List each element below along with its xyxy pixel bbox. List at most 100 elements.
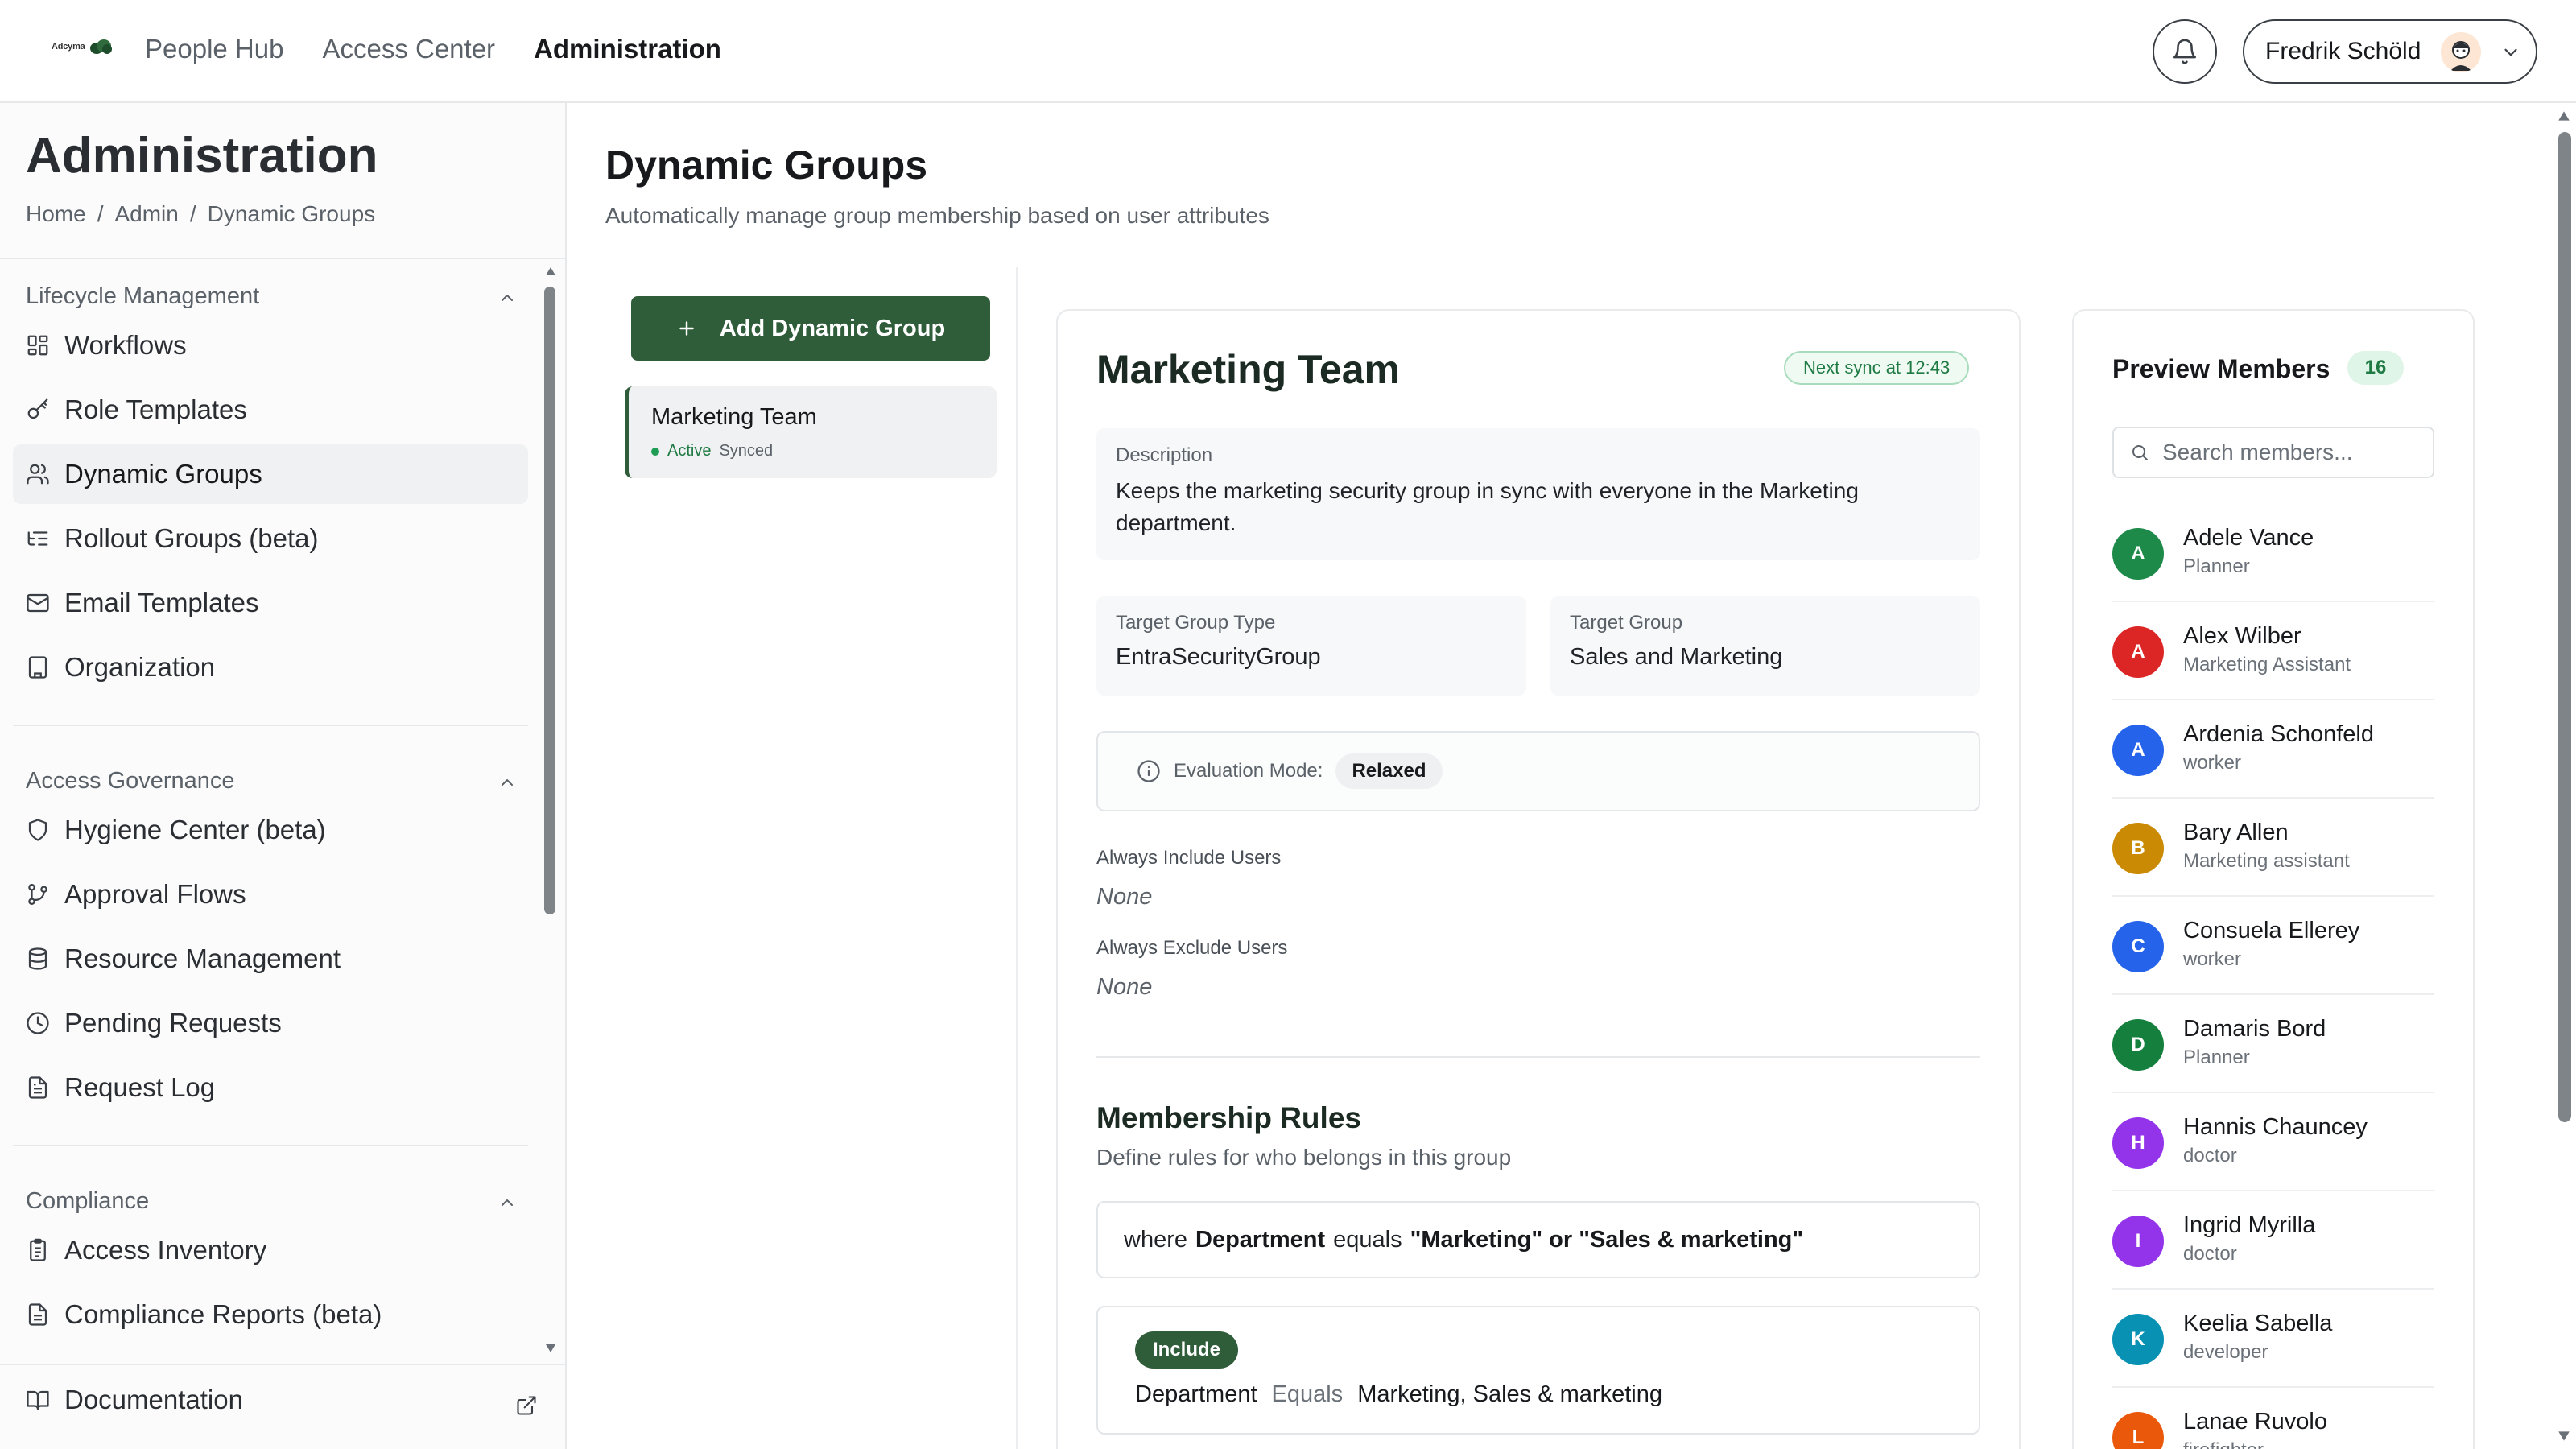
member-list-item[interactable]: K Keelia Sabella developer	[2112, 1290, 2434, 1388]
member-avatar: K	[2112, 1314, 2164, 1365]
status-badge: Active	[667, 442, 712, 460]
sidebar-item-request-log[interactable]: Request Log	[13, 1058, 528, 1117]
section-lifecycle-management[interactable]: Lifecycle Management	[26, 283, 517, 310]
member-list-item[interactable]: B Bary Allen Marketing assistant	[2112, 799, 2434, 897]
sidebar-item-rollout-groups[interactable]: Rollout Groups (beta)	[13, 509, 528, 568]
user-menu-button[interactable]: Fredrik Schöld	[2243, 19, 2537, 84]
search-input[interactable]	[2162, 440, 2420, 465]
sidebar-item-label: Resource Management	[64, 943, 341, 973]
cloud-logo-icon	[89, 39, 112, 54]
target-group-value: Sales and Marketing	[1570, 644, 1783, 670]
add-dynamic-group-button[interactable]: Add Dynamic Group	[631, 296, 990, 361]
evaluation-mode-label: Evaluation Mode:	[1174, 760, 1323, 782]
member-list-item[interactable]: A Ardenia Schonfeld worker	[2112, 700, 2434, 799]
description-box: Description Keeps the marketing security…	[1096, 428, 1980, 560]
sidebar-item-label: Role Templates	[64, 394, 247, 424]
sidebar-item-label: Hygiene Center (beta)	[64, 815, 326, 844]
member-avatar: L	[2112, 1412, 2164, 1449]
sidebar-item-email-templates[interactable]: Email Templates	[13, 573, 528, 633]
include-badge: Include	[1135, 1331, 1239, 1368]
member-avatar: A	[2112, 626, 2164, 678]
scroll-down-arrow-icon[interactable]	[2557, 1430, 2571, 1443]
sidebar-nav: Lifecycle Management Workflows Role Temp…	[0, 259, 565, 1449]
scroll-up-arrow-icon[interactable]	[544, 266, 557, 277]
sidebar-item-approval-flows[interactable]: Approval Flows	[13, 865, 528, 924]
member-avatar: B	[2112, 823, 2164, 874]
section-divider	[13, 724, 528, 726]
detail-title: Marketing Team	[1096, 347, 1400, 392]
sidebar-item-hygiene-center[interactable]: Hygiene Center (beta)	[13, 800, 528, 860]
scroll-up-arrow-icon[interactable]	[2557, 109, 2571, 122]
member-avatar: H	[2112, 1117, 2164, 1169]
section-compliance[interactable]: Compliance	[26, 1188, 517, 1215]
bell-icon	[2173, 39, 2197, 64]
sidebar-item-resource-management[interactable]: Resource Management	[13, 929, 528, 989]
scroll-down-arrow-icon[interactable]	[544, 1343, 557, 1354]
breadcrumb-home[interactable]: Home	[26, 201, 86, 227]
member-role: worker	[2183, 752, 2242, 774]
rule-where: where	[1124, 1226, 1187, 1253]
member-search[interactable]	[2112, 427, 2434, 478]
member-list-item[interactable]: A Alex Wilber Marketing Assistant	[2112, 602, 2434, 700]
page-subtitle: Automatically manage group membership ba…	[605, 203, 1269, 228]
member-list-item[interactable]: A Adele Vance Planner	[2112, 504, 2434, 602]
sidebar-scrollbar-thumb[interactable]	[544, 287, 555, 914]
building-icon	[28, 656, 47, 679]
sidebar-item-organization[interactable]: Organization	[13, 638, 528, 697]
sidebar-item-access-inventory[interactable]: Access Inventory	[13, 1220, 528, 1280]
target-type-label: Target Group Type	[1116, 612, 1276, 634]
member-name: Hannis Chauncey	[2183, 1114, 2368, 1140]
breadcrumb-separator: /	[97, 201, 104, 226]
user-name: Fredrik Schöld	[2265, 38, 2421, 64]
sidebar-item-label: Dynamic Groups	[64, 459, 262, 489]
documentation-label: Documentation	[64, 1385, 243, 1414]
description-text: Keeps the marketing security group in sy…	[1116, 478, 1859, 535]
section-label: Access Governance	[26, 768, 235, 794]
next-sync-badge: Next sync at 12:43	[1784, 351, 1970, 385]
preview-members-panel: Preview Members 16 AAdele VancePlannerAA…	[2072, 309, 2475, 1449]
target-group-box: Target Group Sales and Marketing	[1550, 596, 1980, 696]
rule-summary: where Department equals "Marketing" or "…	[1096, 1201, 1980, 1278]
documentation-link[interactable]: Documentation	[26, 1385, 243, 1415]
member-role: doctor	[2183, 1145, 2237, 1166]
member-name: Ingrid Myrilla	[2183, 1212, 2316, 1238]
section-access-governance[interactable]: Access Governance	[26, 768, 517, 795]
member-list-item[interactable]: L Lanae Ruvolo firefighter	[2112, 1388, 2434, 1449]
detail-divider	[1096, 1056, 1980, 1058]
nav-people-hub[interactable]: People Hub	[145, 34, 283, 64]
member-name: Keelia Sabella	[2183, 1311, 2333, 1336]
rule-card[interactable]: Include Department Equals Marketing, Sal…	[1096, 1306, 1980, 1435]
page-title: Dynamic Groups	[605, 142, 928, 188]
breadcrumb-admin[interactable]: Admin	[114, 201, 178, 227]
sidebar-item-dynamic-groups[interactable]: Dynamic Groups	[13, 444, 528, 504]
app-logo[interactable]: Adcyma	[52, 39, 113, 55]
member-role: Marketing Assistant	[2183, 654, 2351, 675]
group-list-item[interactable]: Marketing Team Active Synced	[625, 386, 997, 478]
section-divider	[13, 1145, 528, 1146]
sidebar-item-label: Organization	[64, 652, 216, 682]
sidebar-item-role-templates[interactable]: Role Templates	[13, 380, 528, 440]
member-list-item[interactable]: I Ingrid Myrilla doctor	[2112, 1191, 2434, 1290]
sidebar-item-workflows[interactable]: Workflows	[13, 316, 528, 375]
avatar-illustration-icon	[2441, 32, 2481, 72]
nav-administration[interactable]: Administration	[534, 34, 721, 64]
sidebar-item-pending-requests[interactable]: Pending Requests	[13, 993, 528, 1053]
nav-access-center[interactable]: Access Center	[322, 34, 495, 64]
member-list-item[interactable]: H Hannis Chauncey doctor	[2112, 1093, 2434, 1191]
member-list-item[interactable]: C Consuela Ellerey worker	[2112, 897, 2434, 995]
notifications-button[interactable]	[2153, 19, 2217, 84]
book-icon	[27, 1390, 49, 1410]
member-name: Alex Wilber	[2183, 623, 2301, 649]
member-list-item[interactable]: D Damaris Bord Planner	[2112, 995, 2434, 1093]
page-scrollbar-thumb[interactable]	[2558, 132, 2571, 1122]
breadcrumb-separator: /	[189, 201, 196, 226]
member-name: Adele Vance	[2183, 525, 2314, 551]
sidebar-item-compliance-reports[interactable]: Compliance Reports (beta)	[13, 1285, 528, 1344]
plus-icon	[679, 321, 694, 336]
status-dot	[651, 447, 659, 456]
file-text-icon	[28, 1076, 47, 1099]
member-role: firefighter	[2183, 1439, 2264, 1449]
external-link-icon[interactable]	[515, 1394, 538, 1417]
rule-card-attribute: Department	[1135, 1381, 1257, 1407]
chevron-up-icon	[502, 779, 513, 786]
